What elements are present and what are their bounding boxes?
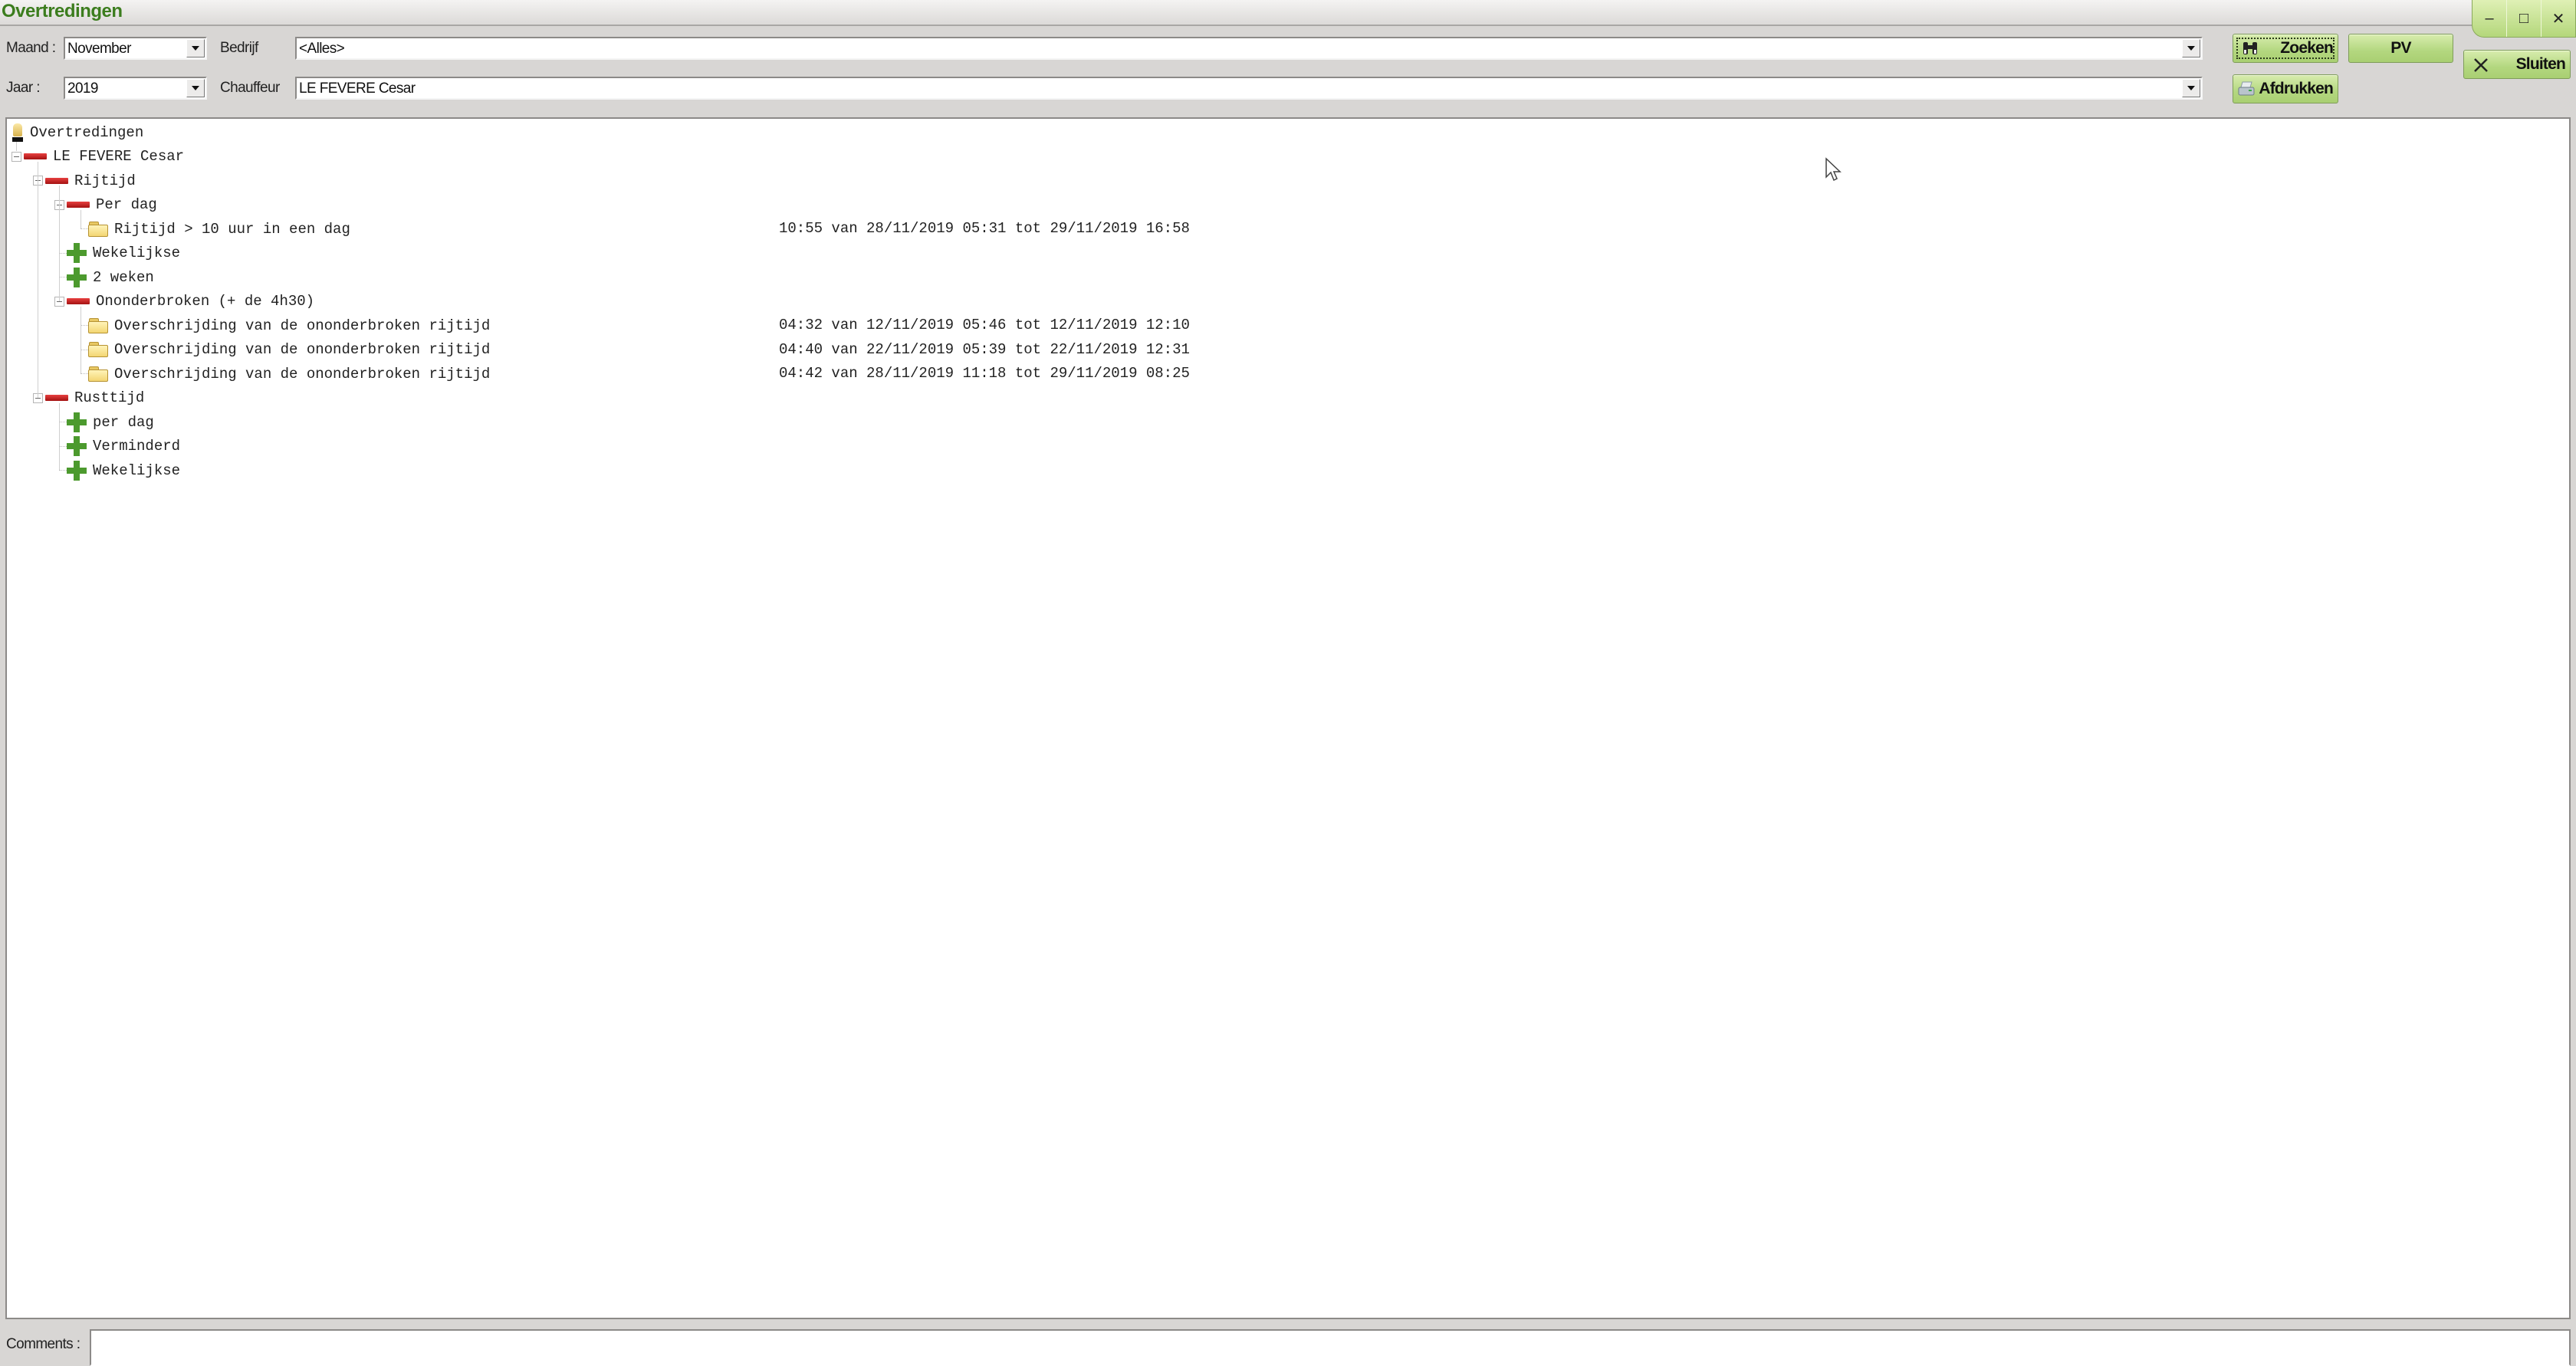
violation-detail: 04:40 van 22/11/2019 05:39 tot 22/11/201… <box>779 340 1190 358</box>
jaar-value: 2019 <box>67 80 98 97</box>
tree-node[interactable]: Ononderbroken (+ de 4h30) <box>67 290 314 314</box>
jaar-select[interactable]: 2019 <box>64 77 207 100</box>
bell-icon <box>12 122 24 143</box>
plus-icon <box>67 460 87 481</box>
tree-node[interactable]: 2 weken <box>67 265 154 289</box>
zoeken-button[interactable]: Zoeken <box>2233 34 2338 63</box>
violation-detail: 04:42 van 28/11/2019 11:18 tot 29/11/201… <box>779 365 1190 382</box>
violations-tree[interactable]: Overtredingen LE FEVERE Cesar Rijtijd Per … <box>5 117 2571 1319</box>
bedrijf-label: Bedrijf <box>220 40 258 56</box>
comments-input[interactable] <box>90 1329 2571 1366</box>
title-bar: Overtredingen <box>0 0 2576 26</box>
maand-value: November <box>67 41 131 57</box>
tree-node[interactable]: Rijtijd > 10 uur in een dag <box>88 217 350 241</box>
window-title: Overtredingen <box>2 1 123 21</box>
sluiten-button[interactable]: Sluiten <box>2463 50 2571 79</box>
chevron-down-icon[interactable] <box>2182 39 2200 57</box>
chevron-down-icon[interactable] <box>2182 79 2200 97</box>
window-controls: – □ ✕ <box>2472 0 2576 38</box>
tree-guide-line <box>59 186 60 301</box>
jaar-label: Jaar : <box>6 80 41 96</box>
plus-icon <box>67 267 87 287</box>
maximize-icon: □ <box>2518 9 2529 27</box>
minus-bar-icon <box>45 177 68 184</box>
minus-bar-icon <box>45 395 68 401</box>
bedrijf-select[interactable]: <Alles> <box>295 37 2203 60</box>
comments-label: Comments : <box>6 1336 80 1352</box>
pv-button[interactable]: PV <box>2348 34 2453 63</box>
minimize-icon: – <box>2485 9 2494 27</box>
tree-node-label: LE FEVERE Cesar <box>53 148 185 165</box>
zoeken-label: Zoeken <box>2280 39 2334 57</box>
folder-icon <box>88 221 108 237</box>
binoculars-icon <box>2243 42 2257 54</box>
maand-select[interactable]: November <box>64 37 207 60</box>
tree-root[interactable]: Overtredingen <box>12 120 143 144</box>
printer-icon <box>2238 81 2255 96</box>
tree-node-label: Verminderd <box>93 438 181 455</box>
plus-icon <box>67 243 87 263</box>
close-icon: ✕ <box>2551 10 2565 28</box>
tree-node-label: per dag <box>93 413 154 431</box>
tree-guide-line <box>16 142 17 151</box>
tree-node[interactable]: Overschrijding van de ononderbroken rijt… <box>88 362 490 386</box>
tree-node-label: Rijtijd <box>74 172 136 189</box>
tree-node-label: Wekelijkse <box>93 461 181 479</box>
folder-icon <box>88 342 108 357</box>
tree-node[interactable]: Overschrijding van de ononderbroken rijt… <box>88 314 490 337</box>
tree-node-label: Overschrijding van de ononderbroken rijt… <box>114 317 491 334</box>
tree-node[interactable]: Wekelijkse <box>67 458 180 482</box>
tree-node-label: Per dag <box>96 196 157 213</box>
tree-node[interactable]: Overschrijding van de ononderbroken rijt… <box>88 338 490 362</box>
minus-bar-icon <box>24 153 47 159</box>
bedrijf-value: <Alles> <box>299 41 345 57</box>
chauffeur-value: LE FEVERE Cesar <box>299 80 416 97</box>
tree-node-label: 2 weken <box>93 268 154 286</box>
tree-node[interactable]: per dag <box>67 410 154 434</box>
afdrukken-label: Afdrukken <box>2259 80 2333 97</box>
tree-node-label: Rijtijd > 10 uur in een dag <box>114 220 350 238</box>
close-button[interactable]: ✕ <box>2541 0 2575 37</box>
tree-node[interactable]: Wekelijkse <box>67 241 180 265</box>
minus-bar-icon <box>67 202 90 208</box>
sluiten-label: Sluiten <box>2515 55 2566 73</box>
folder-icon <box>88 366 108 382</box>
afdrukken-button[interactable]: Afdrukken <box>2233 74 2338 103</box>
tree-node[interactable]: Rusttijd <box>45 386 144 410</box>
chevron-down-icon[interactable] <box>186 79 205 97</box>
collapse-toggle[interactable] <box>12 151 21 162</box>
folder-icon <box>88 317 108 333</box>
tree-guide-line <box>80 209 81 228</box>
tree-node-label: Wekelijkse <box>93 245 181 261</box>
tree-node-label: Ononderbroken (+ de 4h30) <box>96 293 315 310</box>
plus-icon <box>67 412 87 432</box>
violation-detail: 04:32 van 12/11/2019 05:46 tot 12/11/201… <box>779 317 1190 333</box>
tree-guide-line <box>59 402 60 470</box>
chauffeur-select[interactable]: LE FEVERE Cesar <box>295 77 2203 100</box>
tree-node-label: Rusttijd <box>74 389 145 406</box>
minimize-button[interactable]: – <box>2472 0 2506 37</box>
violation-detail: 10:55 van 28/11/2019 05:31 tot 29/11/201… <box>779 220 1190 237</box>
minus-bar-icon <box>67 298 90 304</box>
chauffeur-label: Chauffeur <box>220 80 280 96</box>
close-x-icon <box>2474 58 2488 72</box>
chevron-down-icon[interactable] <box>186 39 205 57</box>
pv-label: PV <box>2390 39 2411 57</box>
plus-icon <box>67 436 87 456</box>
maand-label: Maand : <box>6 40 56 56</box>
tree-guide-line <box>80 306 81 373</box>
tree-root-label: Overtredingen <box>30 123 144 141</box>
mouse-cursor-icon <box>1825 157 1842 182</box>
tree-node[interactable]: LE FEVERE Cesar <box>24 145 184 169</box>
maximize-button[interactable]: □ <box>2506 0 2541 37</box>
tree-node-label: Overschrijding van de ononderbroken rijt… <box>114 365 491 383</box>
tree-node-label: Overschrijding van de ononderbroken rijt… <box>114 341 491 358</box>
tree-node[interactable]: Verminderd <box>67 435 180 458</box>
